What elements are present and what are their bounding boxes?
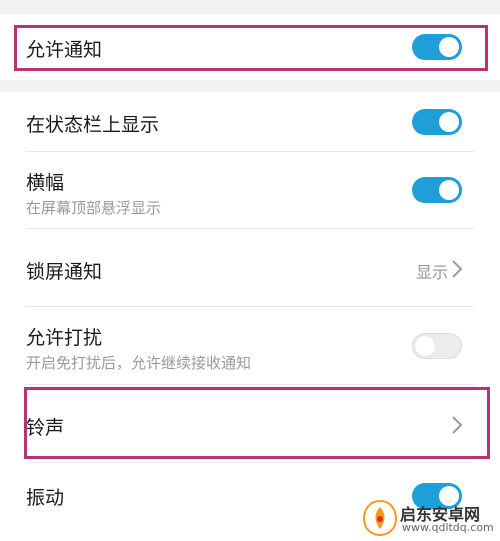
chevron-right-icon [452, 260, 463, 278]
dnd-toggle[interactable] [412, 333, 462, 359]
watermark: 启东安卓网 www.qdltdq.com [360, 497, 500, 541]
lock-screen-row[interactable]: 锁屏通知 显示 [0, 229, 500, 307]
toggle-knob [439, 37, 459, 57]
watermark-url: www.qdltdq.com [402, 521, 494, 534]
allow-notifications-label: 允许通知 [26, 39, 103, 61]
banner-label: 横幅 [26, 172, 65, 194]
ringtone-row[interactable]: 铃声 [0, 385, 500, 463]
toggle-knob [439, 112, 459, 132]
chevron-right-icon [452, 416, 463, 434]
ringtone-label: 铃声 [26, 417, 65, 439]
allow-notifications-toggle[interactable] [412, 34, 462, 60]
dnd-subtitle: 开启免打扰后，允许继续接收通知 [26, 354, 252, 372]
watermark-logo-icon [362, 499, 398, 537]
toggle-knob [415, 336, 435, 356]
dnd-label: 允许打扰 [26, 327, 103, 349]
vibration-label: 振动 [26, 487, 65, 509]
lock-screen-label: 锁屏通知 [26, 261, 103, 283]
top-gray-band [0, 0, 500, 14]
banner-subtitle: 在屏幕顶部悬浮显示 [26, 199, 162, 217]
allow-notifications-row[interactable]: 允许通知 [0, 14, 500, 80]
banner-row[interactable]: 横幅 在屏幕顶部悬浮显示 [0, 152, 500, 229]
lock-screen-value: 显示 [415, 263, 448, 282]
dnd-row[interactable]: 允许打扰 开启免打扰后，允许继续接收通知 [0, 307, 500, 385]
section-gray-band [0, 80, 500, 92]
status-bar-row[interactable]: 在状态栏上显示 [0, 92, 500, 152]
banner-toggle[interactable] [412, 177, 462, 203]
toggle-knob [439, 180, 459, 200]
status-bar-toggle[interactable] [412, 109, 462, 135]
status-bar-label: 在状态栏上显示 [26, 114, 160, 136]
